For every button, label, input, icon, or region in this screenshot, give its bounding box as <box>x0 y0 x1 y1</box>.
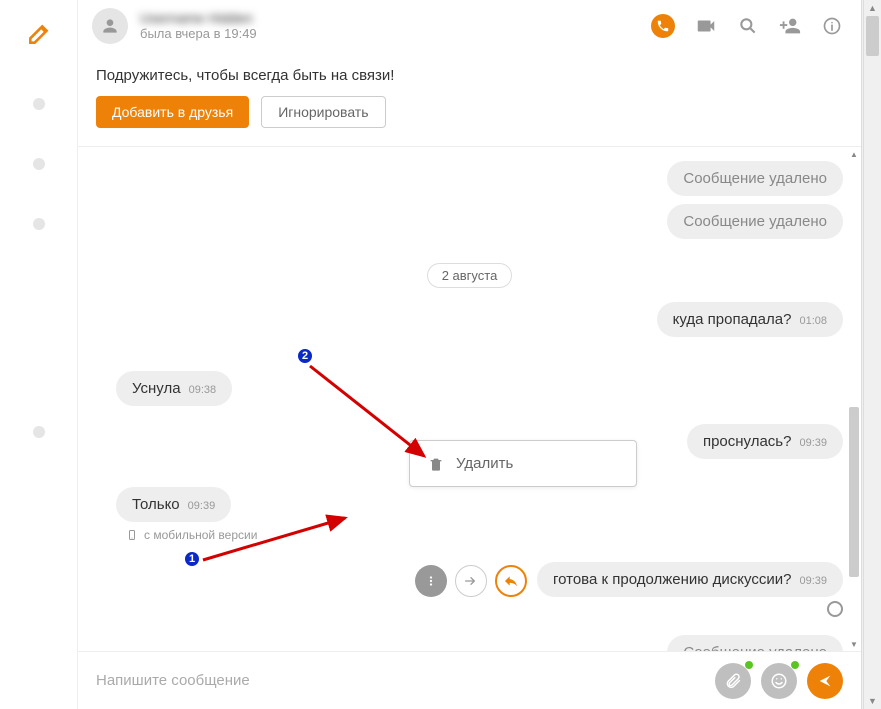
page-scrollbar[interactable]: ▲ ▼ <box>863 0 881 709</box>
trash-icon <box>428 456 444 472</box>
message-time: 09:38 <box>189 384 217 396</box>
forward-button[interactable] <box>455 565 487 597</box>
message-bubble[interactable]: куда пропадала? 01:08 <box>657 302 843 337</box>
message-time: 09:39 <box>799 575 827 587</box>
ignore-button[interactable]: Игнорировать <box>261 96 385 128</box>
add-friend-button[interactable]: Добавить в друзья <box>96 96 249 128</box>
deleted-message: Сообщение удалено <box>667 161 843 196</box>
message-bubble[interactable]: Только 09:39 <box>116 487 231 522</box>
add-user-icon[interactable] <box>779 15 801 37</box>
annotation-marker-1: 1 <box>183 550 201 568</box>
message-text: проснулась? <box>703 433 792 450</box>
context-menu: Удалить <box>409 440 637 487</box>
message-composer <box>78 651 861 709</box>
reply-button[interactable] <box>495 565 527 597</box>
send-button[interactable] <box>807 663 843 699</box>
conversation-dot[interactable] <box>33 218 45 230</box>
scrollbar-thumb[interactable] <box>849 407 859 577</box>
message-bubble[interactable]: Уснула 09:38 <box>116 371 232 406</box>
annotation-marker-2: 2 <box>296 347 314 365</box>
mobile-indicator: с мобильной версии <box>96 528 843 542</box>
conversation-dot[interactable] <box>33 426 45 438</box>
mobile-icon <box>126 529 138 541</box>
message-text: Только <box>132 496 180 513</box>
scroll-down-button[interactable]: ▼ <box>864 693 881 709</box>
info-icon[interactable] <box>821 15 843 37</box>
friendship-title: Подружитесь, чтобы всегда быть на связи! <box>96 67 843 84</box>
message-bubble[interactable]: готова к продолжению дискуссии? 09:39 <box>537 562 843 597</box>
chat-area: Сообщение удалено Сообщение удалено 2 ав… <box>78 147 861 651</box>
deleted-message: Сообщение удалено <box>667 204 843 239</box>
conversation-dot[interactable] <box>33 158 45 170</box>
chat-header: Username Hidden была вчера в 19:49 <box>78 0 861 51</box>
delete-menu-item[interactable]: Удалить <box>410 441 636 486</box>
message-bubble[interactable]: проснулась? 09:39 <box>687 424 843 459</box>
friendship-bar: Подружитесь, чтобы всегда быть на связи!… <box>78 51 861 147</box>
message-time: 09:39 <box>188 500 216 512</box>
message-actions <box>415 565 527 597</box>
message-text: куда пропадала? <box>673 311 792 328</box>
message-time: 01:08 <box>799 315 827 327</box>
deleted-message: Сообщение удалено <box>667 635 843 651</box>
avatar[interactable] <box>92 8 128 44</box>
read-indicator <box>96 601 843 617</box>
user-status: была вчера в 19:49 <box>140 26 651 41</box>
more-options-button[interactable] <box>415 565 447 597</box>
message-text: Уснула <box>132 380 181 397</box>
scroll-up-button[interactable]: ▲ <box>864 0 881 16</box>
video-icon[interactable] <box>695 15 717 37</box>
chat-scrollbar[interactable]: ▲ ▼ <box>847 147 861 651</box>
sticker-button[interactable] <box>761 663 797 699</box>
conversation-dot[interactable] <box>33 98 45 110</box>
user-name[interactable]: Username Hidden <box>140 10 651 26</box>
attach-button[interactable] <box>715 663 751 699</box>
message-time: 09:39 <box>799 437 827 449</box>
message-input[interactable] <box>96 672 715 689</box>
scrollbar-thumb[interactable] <box>866 16 879 56</box>
left-sidebar <box>0 0 78 709</box>
date-separator: 2 августа <box>427 263 513 288</box>
search-icon[interactable] <box>737 15 759 37</box>
compose-button[interactable] <box>23 18 55 50</box>
message-text: готова к продолжению дискуссии? <box>553 571 791 588</box>
call-icon[interactable] <box>651 14 675 38</box>
